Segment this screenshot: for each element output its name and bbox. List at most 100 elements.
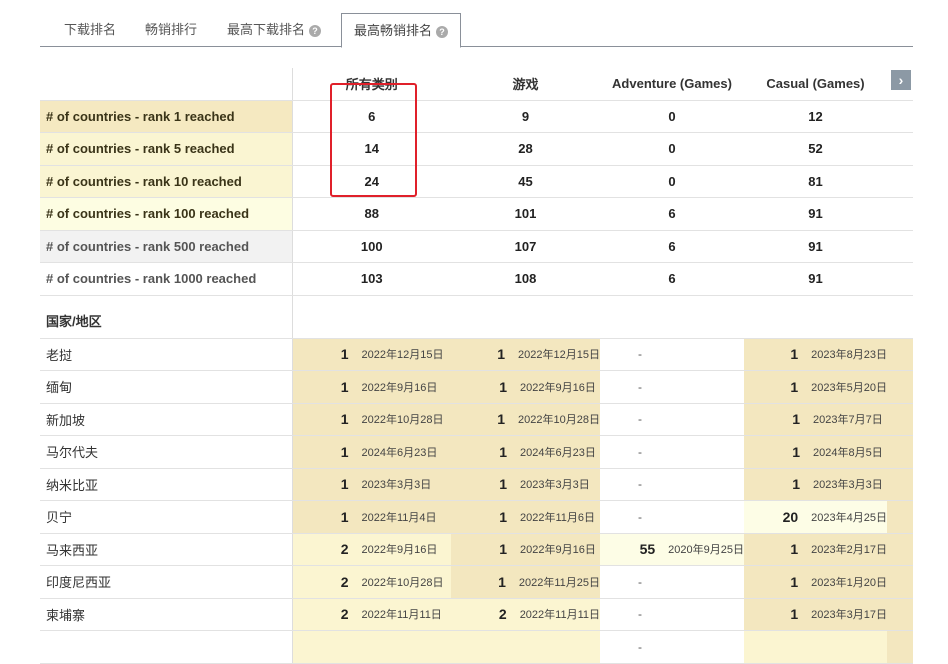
summary-value: 14 <box>292 132 451 166</box>
no-rank: - <box>638 607 642 622</box>
rank-date: 2023年2月17日 <box>811 544 887 557</box>
summary-value: 52 <box>744 132 887 166</box>
rank-value: 1 <box>499 508 507 525</box>
country-name[interactable] <box>40 630 293 664</box>
rank-cell-content: - <box>600 599 744 630</box>
rank-cell: 2 2022年11月11日 <box>292 598 451 631</box>
extra-cell <box>887 338 913 371</box>
rank-cell: 1 2024年6月23日 <box>292 435 452 469</box>
rank-cell: 1 2023年3月3日 <box>292 468 451 501</box>
rank-date: 2024年8月5日 <box>813 446 883 459</box>
rank-table: 所有类别 游戏 Adventure (Games) Casual (Games)… <box>40 68 913 664</box>
country-name[interactable]: 柬埔寨 <box>40 598 293 631</box>
rank-value: 1 <box>340 476 349 493</box>
country-row[interactable]: 柬埔寨 2 2022年11月11日 2 2022年11月11日 - 1 2023年3月17日 <box>40 598 913 631</box>
country-name[interactable]: 贝宁 <box>40 500 293 534</box>
col-adventure[interactable]: Adventure (Games) <box>600 68 744 101</box>
summary-value: 91 <box>744 262 887 296</box>
rank-cell: 1 2022年11月25日 <box>451 565 600 599</box>
country-name[interactable]: 新加坡 <box>40 403 293 436</box>
country-name[interactable]: 纳米比亚 <box>40 468 293 501</box>
country-name[interactable]: 印度尼西亚 <box>40 565 293 599</box>
country-row[interactable]: - <box>40 630 913 664</box>
rank-value: 1 <box>790 541 799 558</box>
summary-value: 88 <box>292 197 451 231</box>
rank-value: 2 <box>340 573 349 590</box>
rank-cell: - <box>600 565 744 599</box>
country-name[interactable]: 马尔代夫 <box>40 435 293 469</box>
country-row[interactable]: 马尔代夫 1 2024年6月23日 1 2024年6月23日 - 1 2024年8月5日 <box>40 435 913 469</box>
rank-cell-content: 55 2020年9月25日 <box>600 534 744 565</box>
next-columns-button[interactable]: › <box>891 70 911 90</box>
extra-cell <box>887 500 913 534</box>
summary-row: # of countries - rank 1 reached 6 9 0 12 <box>40 100 913 133</box>
rank-cell <box>292 630 451 664</box>
rank-date: 2022年9月16日 <box>361 544 438 557</box>
country-row[interactable]: 缅甸 1 2022年9月16日 1 2022年9月16日 - 1 2023年5月20日 <box>40 370 913 404</box>
rank-cell: 1 2022年11月6日 <box>451 500 600 534</box>
tab-label: 下载排名 <box>64 22 117 37</box>
country-name[interactable]: 马来西亚 <box>40 533 293 566</box>
rank-cell-content: 1 2023年8月23日 <box>744 339 887 370</box>
rank-cell: 1 2023年5月20日 <box>744 370 887 404</box>
help-icon[interactable]: ? <box>309 24 322 37</box>
rank-cell-content: 1 2023年3月3日 <box>451 469 600 500</box>
tab-top-download-rank[interactable]: 最高下载排名? <box>215 13 333 47</box>
tab-download-rank[interactable]: 下载排名 <box>52 13 128 47</box>
summary-label: # of countries - rank 500 reached <box>40 230 293 263</box>
rank-value: 1 <box>498 573 506 590</box>
rank-value: 20 <box>782 508 799 525</box>
rank-cell: 1 2023年2月17日 <box>744 533 887 566</box>
help-icon[interactable]: ? <box>436 25 449 38</box>
rank-date: 2022年11月11日 <box>361 609 442 622</box>
country-name[interactable]: 老挝 <box>40 338 293 371</box>
col-casual[interactable]: Casual (Games) <box>744 68 887 101</box>
rank-value: 1 <box>340 378 349 395</box>
col-all-categories[interactable]: 所有类别 <box>292 68 451 101</box>
tab-top-grossing-rank[interactable]: 最高畅销排名? <box>341 13 462 48</box>
country-row[interactable]: 贝宁 1 2022年11月4日 1 2022年11月6日 - 20 2023年4月25日 <box>40 500 913 534</box>
summary-value: 45 <box>451 165 600 198</box>
rank-value: 1 <box>792 411 800 428</box>
extra-cell <box>887 468 913 501</box>
rank-cell-content: 1 2023年3月3日 <box>293 469 452 500</box>
rank-cell: 1 2022年9月16日 <box>451 533 600 566</box>
country-row[interactable]: 马来西亚 2 2022年9月16日 1 2022年9月16日 55 2020年9月25日 1 2… <box>40 533 913 566</box>
summary-row: # of countries - rank 5 reached 14 28 0 52 <box>40 132 913 166</box>
summary-value: 0 <box>600 100 744 133</box>
summary-value: 81 <box>744 165 887 198</box>
country-name[interactable]: 缅甸 <box>40 370 293 404</box>
country-row[interactable]: 新加坡 1 2022年10月28日 1 2022年10月28日 - 1 2023年7月7日 <box>40 403 913 436</box>
rank-cell-content: 1 2023年3月17日 <box>744 599 887 630</box>
tab-grossing-rank[interactable]: 畅销排行 <box>133 13 209 47</box>
summary-value: 103 <box>292 262 451 296</box>
rank-cell-content: - <box>600 404 744 435</box>
rank-value: 1 <box>340 508 349 525</box>
rank-cell-content: - <box>600 501 744 532</box>
col-games[interactable]: 游戏 <box>451 68 600 101</box>
rank-cell-content: 1 2024年6月23日 <box>293 436 452 467</box>
summary-value: 101 <box>451 197 600 231</box>
rank-value: 1 <box>340 346 349 363</box>
rank-cell: 1 2023年3月17日 <box>744 598 887 631</box>
rank-date: 2022年10月28日 <box>361 414 444 427</box>
country-row[interactable]: 印度尼西亚 2 2022年10月28日 1 2022年11月25日 - 1 2023年1月20… <box>40 565 913 599</box>
summary-extra <box>887 132 913 166</box>
rank-cell: - <box>600 370 744 404</box>
extra-cell <box>887 630 913 664</box>
rank-value: 1 <box>790 378 799 395</box>
summary-value: 0 <box>600 132 744 166</box>
rank-value: 1 <box>497 346 506 363</box>
rank-cell-content: 1 2023年3月3日 <box>744 469 887 500</box>
tab-label: 畅销排行 <box>145 22 198 37</box>
rank-cell: 1 2024年6月23日 <box>451 435 600 469</box>
summary-label: # of countries - rank 1000 reached <box>40 262 293 296</box>
country-row[interactable]: 老挝 1 2022年12月15日 1 2022年12月15日 - 1 2023年8月23日 <box>40 338 913 371</box>
rank-cell-content: 1 2022年10月28日 <box>451 404 600 435</box>
rank-cell-content: - <box>600 371 744 402</box>
country-row[interactable]: 纳米比亚 1 2023年3月3日 1 2023年3月3日 - 1 2023年3月3日 <box>40 468 913 501</box>
rank-cell-content: - <box>600 436 744 467</box>
rank-cell: - <box>600 435 744 469</box>
rank-value: 1 <box>790 573 799 590</box>
summary-value: 0 <box>600 165 744 198</box>
